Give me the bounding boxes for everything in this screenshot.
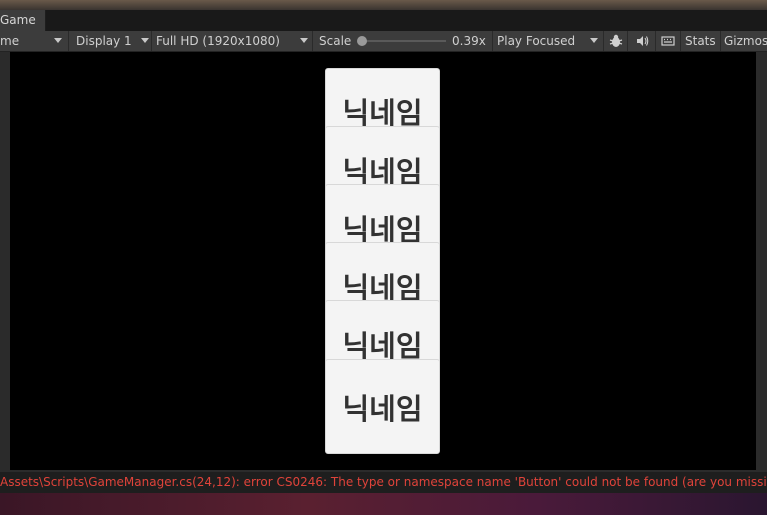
bug-icon	[609, 34, 623, 47]
mode-dropdown[interactable]: me	[0, 31, 69, 51]
display-dropdown-label: Display 1	[76, 34, 132, 48]
gizmos-label: Gizmos	[724, 34, 767, 48]
scale-value: 0.39x	[452, 31, 492, 51]
mode-dropdown-label: me	[0, 34, 20, 48]
error-message: Assets\Scripts\GameManager.cs(24,12): er…	[0, 475, 767, 489]
gizmos-button[interactable]: Gizmos	[721, 31, 767, 51]
speaker-icon	[637, 36, 649, 46]
stats-label: Stats	[685, 34, 716, 48]
play-mode-dropdown[interactable]: Play Focused	[493, 31, 604, 51]
scale-slider-track[interactable]	[362, 40, 446, 42]
resolution-dropdown-label: Full HD (1920x1080)	[156, 34, 280, 48]
taskbar-strip	[0, 493, 767, 515]
display-dropdown[interactable]: Display 1	[69, 31, 152, 51]
nickname-button-6[interactable]: 닉네임	[325, 359, 440, 454]
chevron-down-icon	[54, 38, 62, 43]
stats-button[interactable]: Stats	[681, 31, 721, 51]
debug-toggle-button[interactable]	[604, 31, 628, 51]
tab-game[interactable]: Game	[0, 10, 46, 31]
window-top-strip	[0, 0, 767, 10]
mute-audio-button[interactable]	[628, 31, 656, 51]
console-status-bar[interactable]: Assets\Scripts\GameManager.cs(24,12): er…	[0, 472, 767, 493]
shortcuts-button[interactable]	[656, 31, 681, 51]
nickname-button-label: 닉네임	[342, 391, 423, 426]
scale-value-text: 0.39x	[452, 34, 486, 48]
scale-slider-thumb[interactable]	[357, 36, 367, 46]
tab-bar: Game	[0, 10, 767, 32]
chevron-down-icon	[141, 38, 149, 43]
keyboard-icon	[661, 36, 675, 46]
play-mode-label: Play Focused	[497, 34, 576, 48]
chevron-down-icon	[300, 38, 308, 43]
resolution-dropdown[interactable]: Full HD (1920x1080)	[152, 31, 313, 51]
scale-label: Scale	[319, 34, 352, 48]
chevron-down-icon	[590, 38, 598, 43]
game-view-toolbar: me Display 1 Full HD (1920x1080) Scale 0…	[0, 31, 767, 52]
